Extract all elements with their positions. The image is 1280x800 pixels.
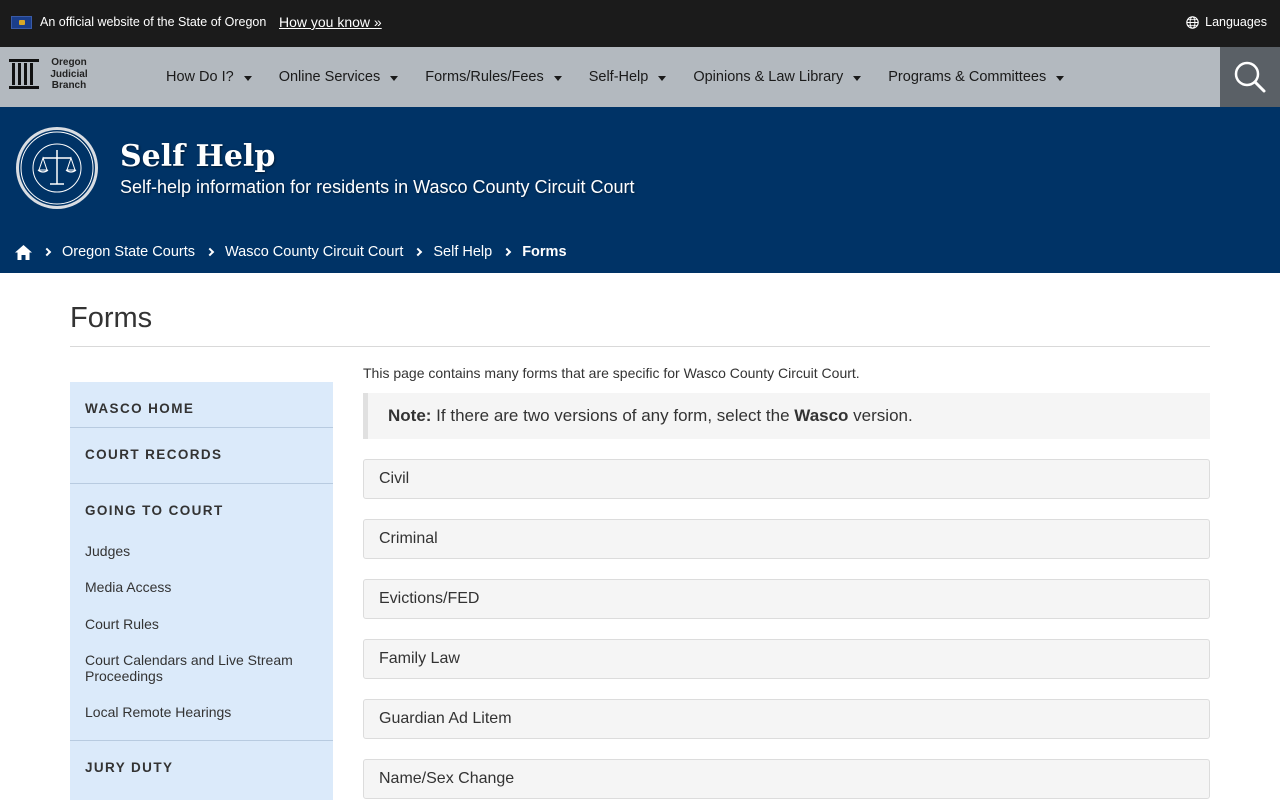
how-you-know-link[interactable]: How you know » [279, 14, 382, 30]
logo-line-2: Judicial [50, 68, 88, 80]
globe-icon [1186, 15, 1199, 29]
nav-item-programs-committees[interactable]: Programs & Committees [888, 69, 1065, 85]
nav-item-forms-rules-fees[interactable]: Forms/Rules/Fees [425, 69, 562, 85]
nav-menu: How Do I? Online Services Forms/Rules/Fe… [166, 47, 1091, 107]
sidebar-link-local-remote-hearings[interactable]: Local Remote Hearings [85, 704, 315, 720]
chevron-right-icon [205, 247, 215, 257]
search-icon [1234, 61, 1266, 93]
languages-label: Languages [1205, 15, 1267, 29]
logo-text: Oregon Judicial Branch [45, 57, 93, 92]
oregon-flag-icon [11, 16, 32, 29]
chevron-right-icon [414, 247, 423, 257]
sidebar-going-to-court[interactable]: GOING TO COURT [70, 503, 224, 518]
page-title: Forms [70, 302, 153, 334]
note-label: Note: [388, 406, 432, 425]
logo-line-1: Oregon [51, 57, 87, 68]
gov-banner: An official website of the State of Oreg… [0, 0, 1280, 47]
caret-down-icon [553, 75, 562, 81]
note-text-before: If there are two versions of any form, s… [431, 406, 795, 425]
hero-title: Self Help [120, 139, 276, 174]
chevron-right-icon [42, 247, 52, 257]
sidebar-divider [70, 483, 333, 484]
note-bold-wasco: Wasco [794, 406, 849, 425]
breadcrumb-current-forms: Forms [522, 244, 567, 260]
accordion-family-law[interactable]: Family Law [363, 639, 1210, 679]
nav-item-how-do-i[interactable]: How Do I? [166, 69, 252, 85]
sidebar-court-records[interactable]: COURT RECORDS [70, 447, 222, 462]
languages-button[interactable]: Languages [1186, 15, 1267, 29]
accordion-guardian-ad-litem[interactable]: Guardian Ad Litem [363, 699, 1210, 739]
nav-item-online-services[interactable]: Online Services [279, 69, 399, 85]
nav-item-self-help[interactable]: Self-Help [589, 69, 667, 85]
accordion-civil[interactable]: Civil [363, 459, 1210, 499]
hero-subtitle: Self-help information for residents in W… [120, 177, 635, 197]
ojd-logo[interactable]: Oregon Judicial Branch [9, 57, 93, 92]
official-site-text: An official website of the State of Oreg… [40, 15, 267, 29]
courthouse-columns-icon [9, 59, 39, 90]
sidebar-link-media-access[interactable]: Media Access [85, 579, 315, 595]
note-callout: Note: If there are two versions of any f… [363, 393, 1210, 439]
caret-down-icon [1056, 75, 1065, 81]
sidebar-link-judges[interactable]: Judges [85, 543, 315, 559]
caret-down-icon [390, 75, 399, 81]
breadcrumb-oregon-state-courts[interactable]: Oregon State Courts [62, 244, 195, 260]
accordion-criminal[interactable]: Criminal [363, 519, 1210, 559]
sidebar-link-court-rules[interactable]: Court Rules [85, 616, 315, 632]
search-button[interactable] [1220, 47, 1280, 107]
sidebar-divider [70, 427, 333, 428]
sidebar-wasco-home[interactable]: WASCO HOME [70, 401, 194, 416]
title-divider [70, 346, 1210, 347]
sidebar-nav: WASCO HOME COURT RECORDS GOING TO COURT … [70, 382, 333, 800]
main-navigation: Oregon Judicial Branch How Do I? Online … [0, 47, 1280, 107]
breadcrumb: Oregon State Courts Wasco County Circuit… [15, 244, 567, 260]
nav-label: Online Services [278, 69, 381, 85]
intro-text: This page contains many forms that are s… [363, 365, 860, 381]
nav-label: Opinions & Law Library [693, 69, 844, 85]
caret-down-icon [658, 75, 667, 81]
hero-banner: Self Help Self-help information for resi… [0, 107, 1280, 273]
nav-label: Self-Help [588, 69, 649, 85]
breadcrumb-self-help[interactable]: Self Help [433, 244, 492, 260]
nav-label: How Do I? [166, 69, 234, 85]
caret-down-icon [853, 75, 862, 81]
sidebar-link-court-calendars[interactable]: Court Calendars and Live Stream Proceedi… [85, 652, 315, 684]
nav-label: Programs & Committees [888, 69, 1047, 85]
sidebar-divider [70, 740, 333, 741]
accordion-name-sex-change[interactable]: Name/Sex Change [363, 759, 1210, 799]
breadcrumb-wasco-county-circuit-court[interactable]: Wasco County Circuit Court [225, 244, 403, 260]
nav-label: Forms/Rules/Fees [425, 69, 544, 85]
sidebar-jury-duty[interactable]: JURY DUTY [70, 760, 173, 775]
home-icon[interactable] [15, 244, 32, 260]
note-text-after: version. [848, 406, 913, 425]
nav-item-opinions-law-library[interactable]: Opinions & Law Library [693, 69, 862, 85]
chevron-right-icon [502, 247, 512, 257]
logo-line-3: Branch [51, 80, 87, 91]
judicial-department-seal-icon [16, 127, 98, 209]
caret-down-icon [243, 75, 252, 81]
accordion-evictions-fed[interactable]: Evictions/FED [363, 579, 1210, 619]
